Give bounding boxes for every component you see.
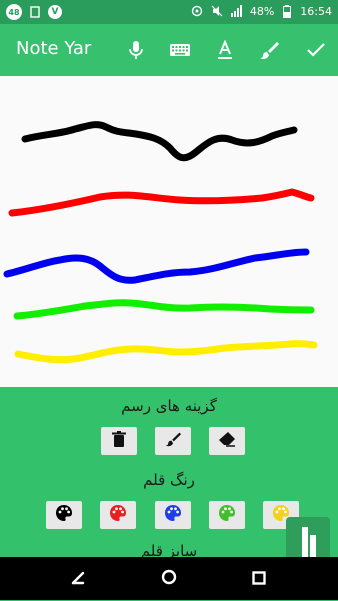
notification-count-badge: 48 <box>6 4 22 20</box>
palette-icon <box>164 504 182 526</box>
drawing-canvas[interactable] <box>0 76 338 387</box>
recents-button[interactable] <box>249 569 269 589</box>
palette-icon <box>218 504 236 526</box>
check-icon[interactable] <box>304 38 328 62</box>
status-bar: 48 V 48% 16:54 <box>0 0 338 24</box>
battery-icon <box>280 4 294 18</box>
home-button[interactable] <box>159 569 179 589</box>
palette-color-button[interactable] <box>155 501 191 529</box>
app-toolbar: Note Yar <box>0 24 338 76</box>
clock: 16:54 <box>300 4 332 18</box>
palette-color-button[interactable] <box>209 501 245 529</box>
eraser-icon <box>218 431 236 451</box>
recents-icon <box>252 570 266 589</box>
eraser-tool-button[interactable] <box>209 427 245 455</box>
green-stroke <box>13 299 315 320</box>
brush-icon <box>165 431 181 451</box>
pen-color-title: رنگ قلم <box>143 471 195 489</box>
black-stroke <box>21 121 298 162</box>
palette-icon <box>55 504 73 526</box>
palette-color-button[interactable] <box>100 501 136 529</box>
drawing-options-title: گزینه های رسم <box>121 397 217 415</box>
signal-icon <box>230 4 244 18</box>
mute-icon <box>210 4 224 18</box>
clear-button[interactable] <box>101 427 137 455</box>
keyboard-icon[interactable] <box>168 38 192 62</box>
palette-color-button[interactable] <box>46 501 82 529</box>
red-stroke <box>8 188 315 217</box>
back-icon <box>71 570 85 589</box>
brush-icon[interactable] <box>257 38 281 62</box>
mic-icon[interactable] <box>124 38 148 62</box>
phone-icon <box>28 5 42 19</box>
navigation-bar <box>0 557 338 600</box>
home-icon <box>161 569 177 589</box>
blue-stroke <box>3 248 310 284</box>
text-format-icon[interactable] <box>213 38 237 62</box>
sync-icon <box>190 4 204 18</box>
back-button[interactable] <box>68 569 88 589</box>
palette-icon <box>109 504 127 526</box>
trash-icon <box>112 431 126 451</box>
app-title: Note Yar <box>16 38 92 59</box>
v-app-icon: V <box>48 5 62 19</box>
battery-percent: 48% <box>249 4 275 18</box>
yellow-stroke <box>14 340 318 364</box>
brush-tool-button[interactable] <box>155 427 191 455</box>
